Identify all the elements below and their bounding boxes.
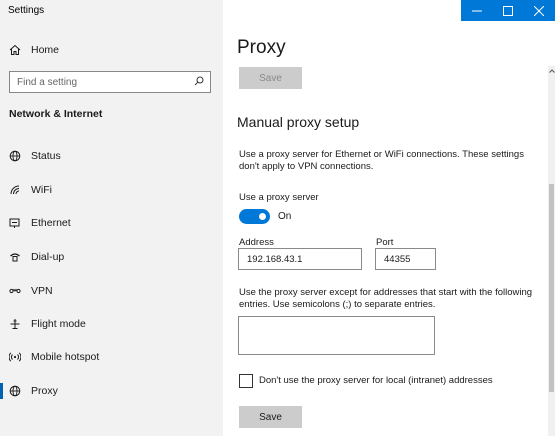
sidebar-item-wifi[interactable]: WiFi [0,180,223,200]
window-controls [461,0,555,21]
sidebar-item-status[interactable]: Status [0,146,223,166]
minimize-button[interactable] [461,0,492,21]
globe-icon [8,385,21,398]
dial-up-icon [8,251,21,264]
sidebar-item-label: Status [31,150,61,162]
sidebar-item-label: Ethernet [31,217,71,229]
use-proxy-toggle[interactable] [239,209,270,224]
wifi-icon [8,184,21,197]
sidebar-item-flight-mode[interactable]: Flight mode [0,314,223,334]
maximize-button[interactable] [492,0,523,21]
address-label: Address [239,237,274,248]
sidebar-item-mobile-hotspot[interactable]: Mobile hotspot [0,347,223,367]
local-addresses-label[interactable]: Don't use the proxy server for local (in… [259,375,493,386]
sidebar-item-label: Flight mode [31,318,86,330]
port-label: Port [376,237,394,248]
close-button[interactable] [523,0,555,21]
airplane-icon [8,318,21,331]
app-title: Settings [8,5,45,16]
search-placeholder: Find a setting [17,76,78,88]
toggle-knob [259,213,266,220]
home-icon [9,44,21,56]
toggle-state-label: On [278,211,292,222]
save-button[interactable]: Save [239,406,302,428]
local-addresses-checkbox[interactable] [239,374,253,388]
home-link[interactable]: Home [9,42,59,58]
page-title: Proxy [237,37,286,58]
exceptions-field[interactable] [238,316,435,355]
main-panel: Proxy Save Manual proxy setup Use a prox… [223,0,555,436]
use-proxy-label: Use a proxy server [239,192,319,203]
scroll-up-button[interactable] [548,66,555,76]
sidebar-item-label: VPN [31,285,53,297]
chevron-up-icon [548,69,555,73]
vpn-icon [8,285,21,298]
sidebar-item-dial-up[interactable]: Dial-up [0,247,223,267]
scrollbar-thumb[interactable] [549,184,554,392]
hotspot-icon [8,351,21,364]
sidebar-item-proxy[interactable]: Proxy [0,381,223,401]
manual-proxy-title: Manual proxy setup [237,114,360,130]
sidebar-item-label: WiFi [31,184,52,196]
home-label: Home [31,44,60,56]
sidebar-item-label: Proxy [31,385,58,397]
exceptions-description: Use the proxy server except for addresse… [239,287,533,310]
sidebar-item-label: Dial-up [31,251,65,263]
address-field[interactable]: 192.168.43.1 [238,248,362,270]
top-save-button[interactable]: Save [239,67,302,89]
sidebar-item-vpn[interactable]: VPN [0,281,223,301]
sidebar-item-label: Mobile hotspot [31,351,100,363]
close-icon [534,5,544,16]
minimize-icon [471,10,482,11]
port-field[interactable]: 44355 [375,248,436,270]
sidebar: Settings Home Find a setting Network & I… [0,0,223,436]
globe-status-icon [8,150,21,163]
maximize-icon [502,5,513,16]
manual-proxy-description: Use a proxy server for Ethernet or WiFi … [239,149,524,172]
scrollbar[interactable] [548,66,555,436]
section-title: Network & Internet [9,108,103,120]
search-input[interactable]: Find a setting [9,71,211,93]
ethernet-icon [8,217,21,230]
search-icon[interactable] [194,73,204,91]
sidebar-item-ethernet[interactable]: Ethernet [0,213,223,233]
